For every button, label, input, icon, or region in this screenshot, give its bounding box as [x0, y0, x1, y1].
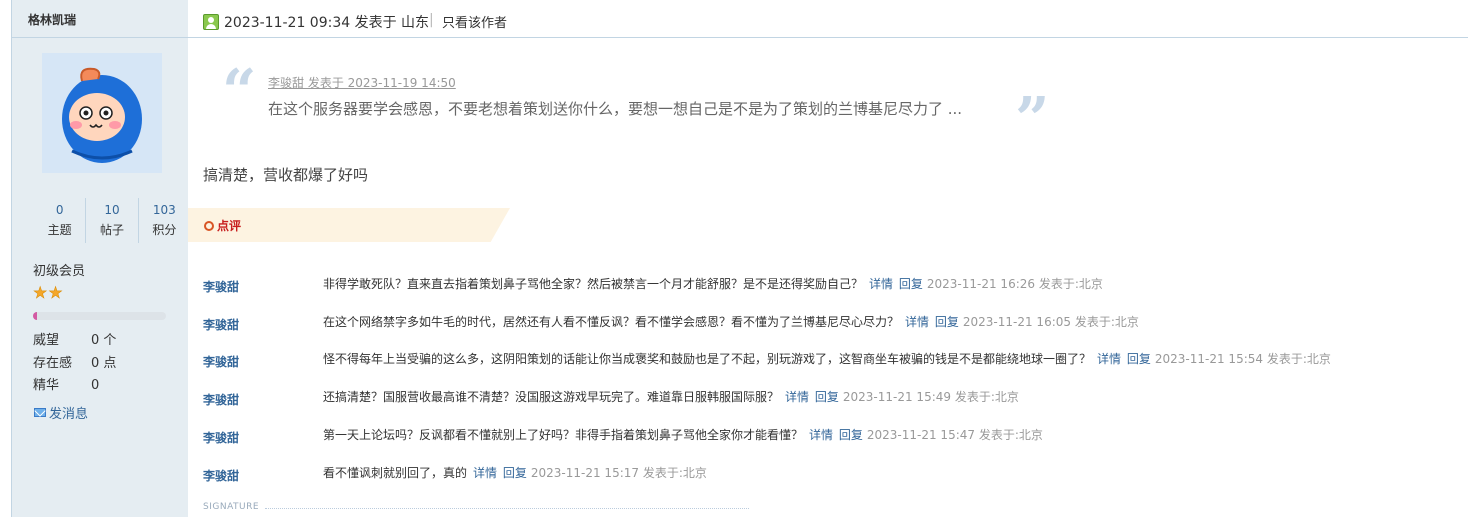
- comment-content: 第一天上论坛吗？反讽都看不懂就别上了好吗？非得手指着策划鼻子骂他全家你才能看懂？…: [323, 426, 1043, 443]
- comment-content: 在这个网络禁字多如牛毛的时代，居然还有人看不懂反讽？看不懂学会感恩？看不懂为了兰…: [323, 313, 1139, 330]
- comment-detail-link[interactable]: 详情: [869, 277, 893, 291]
- comment-row: 李骏甜 第一天上论坛吗？反讽都看不懂就别上了好吗？非得手指着策划鼻子骂他全家你才…: [203, 423, 1453, 461]
- quote-close-icon: ”: [1015, 85, 1050, 155]
- post-time: 2023-11-21 09:34 发表于 山东: [224, 15, 430, 31]
- separator: |: [429, 12, 434, 28]
- comment-detail-link[interactable]: 详情: [1097, 352, 1121, 366]
- comment-reply-link[interactable]: 回复: [503, 466, 527, 480]
- comment-meta: 2023-11-21 15:47 发表于:北京: [866, 428, 1043, 442]
- comment-section-title: 点评: [204, 217, 241, 234]
- star-icon: ★: [48, 283, 63, 302]
- comment-row: 李骏甜 还搞清楚？国服营收最高谁不清楚？没国服这游戏早玩完了。难道靠日服韩服国际…: [203, 385, 1453, 423]
- comment-content: 非得学敢死队？直来直去指着策划鼻子骂他全家？然后被禁言一个月才能舒服？是不是还得…: [323, 275, 1103, 292]
- stat-posts[interactable]: 10 帖子: [85, 198, 137, 243]
- level-stars: ★ ★: [33, 283, 63, 302]
- circle-icon: [204, 220, 214, 231]
- prop-essence: 精华 0: [33, 374, 99, 393]
- author-sidebar: 格林凯瑞 0 主题 10 帖子 103 积分 初级会员 ★ ★ 威望 0 个 存…: [11, 0, 188, 517]
- comment-row: 李骏甜 看不懂讽刺就别回了，真的 详情 回复 2023-11-21 15:17 发表…: [203, 461, 1453, 499]
- comment-reply-link[interactable]: 回复: [815, 390, 839, 404]
- comment-user-link[interactable]: 李骏甜: [203, 467, 239, 484]
- comment-meta: 2023-11-21 16:05 发表于:北京: [962, 315, 1139, 329]
- send-message-link[interactable]: 发消息: [34, 403, 88, 422]
- comment-detail-link[interactable]: 详情: [473, 466, 497, 480]
- comment-content: 看不懂讽刺就别回了，真的 详情 回复 2023-11-21 15:17 发表于:北京: [323, 464, 707, 481]
- progress-fill: [33, 312, 37, 320]
- star-icon: ★: [33, 283, 48, 302]
- comment-row: 李骏甜 怪不得每年上当受骗的这么多，这阴阳策划的话能让你当成褒奖和鼓励也是了不起…: [203, 347, 1453, 385]
- comment-content: 还搞清楚？国服营收最高谁不清楚？没国服这游戏早玩完了。难道靠日服韩服国际服？ 详情…: [323, 388, 1019, 405]
- comment-detail-link[interactable]: 详情: [785, 390, 809, 404]
- stat-label: 主题: [47, 223, 72, 237]
- comment-text: 非得学敢死队？直来直去指着策划鼻子骂他全家？然后被禁言一个月才能舒服？是不是还得…: [323, 277, 864, 291]
- comment-user-link[interactable]: 李骏甜: [203, 429, 239, 446]
- author-name[interactable]: 格林凯瑞: [12, 0, 188, 38]
- quote-open-icon: “: [222, 57, 257, 127]
- mail-icon: [34, 408, 46, 417]
- post-body: 搞清楚，营收都爆了好吗: [203, 166, 369, 184]
- signature-divider: [265, 508, 749, 509]
- author-stats: 0 主题 10 帖子 103 积分: [34, 198, 190, 243]
- stat-points[interactable]: 103 积分: [137, 198, 190, 243]
- comment-text: 怪不得每年上当受骗的这么多，这阴阳策划的话能让你当成褒奖和鼓励也是了不起，别玩游…: [323, 352, 1092, 366]
- prop-key: 精华: [33, 378, 60, 393]
- comment-row: 李骏甜 非得学敢死队？直来直去指着策划鼻子骂他全家？然后被禁言一个月才能舒服？是…: [203, 272, 1453, 310]
- comment-meta: 2023-11-21 15:49 发表于:北京: [842, 390, 1019, 404]
- comment-detail-link[interactable]: 详情: [809, 428, 833, 442]
- send-message-label: 发消息: [49, 407, 89, 422]
- prop-key: 存在感: [33, 356, 73, 371]
- stat-label: 帖子: [99, 223, 124, 237]
- quote-text: 在这个服务器要学会感恩，不要老想着策划送你什么，要想一想自己是不是为了策划的兰博…: [268, 100, 963, 118]
- level-progress-bar: [33, 312, 166, 320]
- comment-text: 第一天上论坛吗？反讽都看不懂就别上了好吗？非得手指着策划鼻子骂他全家你才能看懂？: [323, 428, 804, 442]
- stat-label: 积分: [152, 223, 177, 237]
- comment-meta: 2023-11-21 15:17 发表于:北京: [530, 466, 707, 480]
- avatar[interactable]: [42, 53, 162, 173]
- prop-value: 0 点: [91, 356, 117, 371]
- prop-presence: 存在感 0 点: [33, 352, 116, 371]
- comment-label: 点评: [217, 219, 242, 233]
- comment-user-link[interactable]: 李骏甜: [203, 316, 239, 333]
- comment-detail-link[interactable]: 详情: [905, 315, 929, 329]
- comment-content: 怪不得每年上当受骗的这么多，这阴阳策划的话能让你当成褒奖和鼓励也是了不起，别玩游…: [323, 350, 1331, 367]
- comment-text: 还搞清楚？国服营收最高谁不清楚？没国服这游戏早玩完了。难道靠日服韩服国际服？: [323, 390, 780, 404]
- comment-reply-link[interactable]: 回复: [935, 315, 959, 329]
- post-header: 2023-11-21 09:34 发表于 山东 | 只看该作者: [188, 0, 1468, 38]
- user-level[interactable]: 初级会员: [33, 260, 85, 279]
- comment-user-link[interactable]: 李骏甜: [203, 391, 239, 408]
- comment-reply-link[interactable]: 回复: [899, 277, 923, 291]
- comment-meta: 2023-11-21 15:54 发表于:北京: [1154, 352, 1331, 366]
- stat-topics[interactable]: 0 主题: [34, 198, 85, 243]
- prop-value: 0: [91, 378, 100, 393]
- stat-value[interactable]: 0: [34, 198, 85, 220]
- quote-meta-link[interactable]: 李骏甜 发表于 2023-11-19 14:50: [268, 74, 456, 91]
- comment-meta: 2023-11-21 16:26 发表于:北京: [926, 277, 1103, 291]
- stat-value[interactable]: 10: [86, 198, 137, 220]
- comment-user-link[interactable]: 李骏甜: [203, 278, 239, 295]
- prop-value: 0 个: [91, 333, 117, 348]
- prop-key: 威望: [33, 333, 60, 348]
- signature-label: SIGNATURE: [203, 502, 260, 512]
- prop-prestige: 威望 0 个: [33, 329, 116, 348]
- comment-text: 在这个网络禁字多如牛毛的时代，居然还有人看不懂反讽？看不懂学会感恩？看不懂为了兰…: [323, 315, 900, 329]
- stat-value[interactable]: 103: [139, 198, 190, 220]
- comment-row: 李骏甜 在这个网络禁字多如牛毛的时代，居然还有人看不懂反讽？看不懂学会感恩？看不…: [203, 310, 1453, 348]
- comment-reply-link[interactable]: 回复: [1127, 352, 1151, 366]
- avatar-image: [62, 67, 142, 163]
- comment-user-link[interactable]: 李骏甜: [203, 353, 239, 370]
- comment-reply-link[interactable]: 回复: [839, 428, 863, 442]
- comment-text: 看不懂讽刺就别回了，真的: [323, 466, 468, 480]
- user-online-icon: [203, 14, 219, 30]
- only-author-link[interactable]: 只看该作者: [442, 12, 507, 31]
